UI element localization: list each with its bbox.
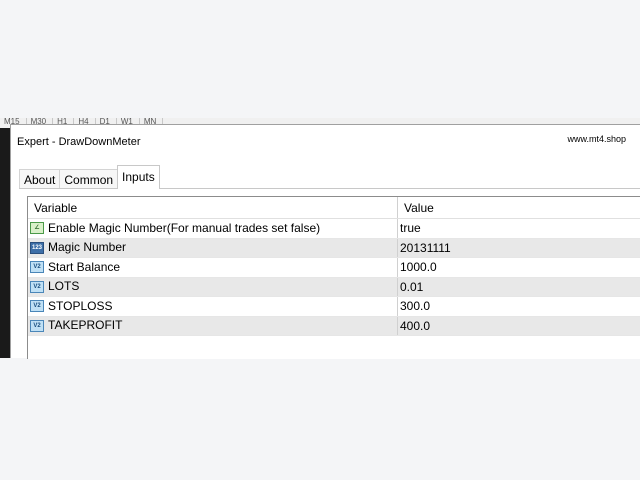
param-name: Start Balance <box>48 259 121 274</box>
double-param-icon: V2 <box>30 300 44 313</box>
param-name-cell: V2 Start Balance <box>28 258 398 277</box>
inputs-grid: Variable Value ∠ Enable Magic Number(For… <box>27 196 640 359</box>
tab-divider <box>19 188 640 189</box>
dialog-tabs: About Common Inputs <box>19 165 160 189</box>
param-name-cell: V2 LOTS <box>28 277 398 296</box>
param-name-cell: V2 TAKEPROFIT <box>28 316 398 335</box>
expert-properties-dialog: Expert - DrawDownMeter www.mt4.shop Abou… <box>10 124 640 359</box>
watermark-text: www.mt4.shop <box>567 134 626 144</box>
param-name-cell: V2 STOPLOSS <box>28 297 398 316</box>
param-value[interactable]: 400.0 <box>398 317 640 336</box>
param-name: STOPLOSS <box>48 298 113 313</box>
column-header-variable[interactable]: Variable <box>28 197 398 218</box>
param-value[interactable]: 0.01 <box>398 278 640 297</box>
grid-header: Variable Value <box>28 197 640 219</box>
double-param-icon: V2 <box>30 319 44 332</box>
bool-param-icon: ∠ <box>30 222 44 235</box>
table-row[interactable]: 123 Magic Number 20131111 <box>28 238 640 258</box>
param-name: TAKEPROFIT <box>48 318 123 333</box>
dialog-titlebar[interactable]: Expert - DrawDownMeter www.mt4.shop <box>11 125 640 157</box>
param-name: LOTS <box>48 279 80 294</box>
param-name: Magic Number <box>48 240 127 255</box>
double-param-icon: V2 <box>30 261 44 274</box>
table-row[interactable]: V2 LOTS 0.01 <box>28 277 640 297</box>
param-value[interactable]: 300.0 <box>398 297 640 316</box>
param-value[interactable]: true <box>398 219 640 238</box>
table-row[interactable]: V2 Start Balance 1000.0 <box>28 258 640 278</box>
double-param-icon: V2 <box>30 280 44 293</box>
dialog-title: Expert - DrawDownMeter <box>17 136 141 148</box>
table-row[interactable]: V2 TAKEPROFIT 400.0 <box>28 316 640 336</box>
param-value[interactable]: 1000.0 <box>398 258 640 277</box>
table-row[interactable]: V2 STOPLOSS 300.0 <box>28 297 640 317</box>
param-name-cell: ∠ Enable Magic Number(For manual trades … <box>28 219 398 238</box>
table-row[interactable]: ∠ Enable Magic Number(For manual trades … <box>28 219 640 239</box>
param-value[interactable]: 20131111 <box>398 239 640 258</box>
column-header-value[interactable]: Value <box>398 197 640 218</box>
param-name: Enable Magic Number(For manual trades se… <box>48 220 321 235</box>
int-param-icon: 123 <box>30 241 44 254</box>
tab-inputs[interactable]: Inputs <box>117 165 160 189</box>
background-chart-edge <box>0 128 10 358</box>
tab-common[interactable]: Common <box>59 169 119 189</box>
param-name-cell: 123 Magic Number <box>28 238 398 257</box>
tab-about[interactable]: About <box>19 169 61 189</box>
